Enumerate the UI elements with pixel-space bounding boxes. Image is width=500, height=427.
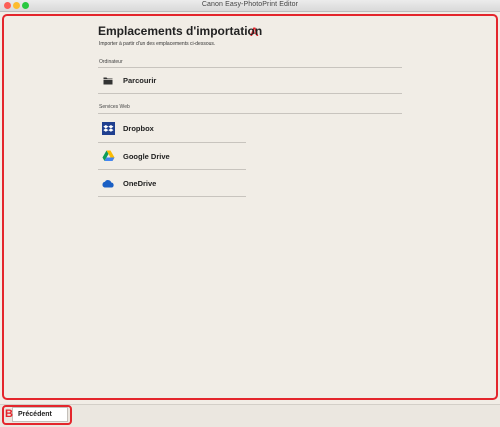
section-label-web-services: Services Web bbox=[99, 104, 130, 110]
onedrive-icon bbox=[101, 176, 115, 190]
import-item-label: Dropbox bbox=[123, 123, 154, 133]
folder-icon bbox=[101, 73, 115, 87]
import-item-label: Google Drive bbox=[123, 151, 170, 161]
section-label-computer: Ordinateur bbox=[99, 59, 123, 65]
divider bbox=[98, 113, 402, 114]
import-item-onedrive[interactable]: OneDrive bbox=[98, 170, 246, 196]
import-item-label: OneDrive bbox=[123, 178, 157, 188]
google-drive-icon bbox=[101, 149, 115, 163]
annotation-marker-b: B bbox=[5, 408, 13, 420]
divider bbox=[98, 93, 402, 94]
divider bbox=[98, 196, 246, 197]
title-bar: Canon Easy-PhotoPrint Editor bbox=[0, 0, 500, 12]
import-item-dropbox[interactable]: Dropbox bbox=[98, 115, 246, 141]
window-title: Canon Easy-PhotoPrint Editor bbox=[201, 1, 299, 8]
import-item-label: Parcourir bbox=[123, 75, 157, 85]
page-title: Emplacements d'importation bbox=[98, 24, 263, 38]
import-item-browse[interactable]: Parcourir bbox=[98, 67, 402, 93]
bottom-bar bbox=[0, 404, 500, 427]
page-subtitle: Importer à partir d'un des emplacements … bbox=[99, 41, 216, 47]
back-button[interactable]: Précédent bbox=[12, 407, 68, 422]
import-item-google-drive[interactable]: Google Drive bbox=[98, 143, 246, 169]
dropbox-icon bbox=[101, 121, 115, 135]
